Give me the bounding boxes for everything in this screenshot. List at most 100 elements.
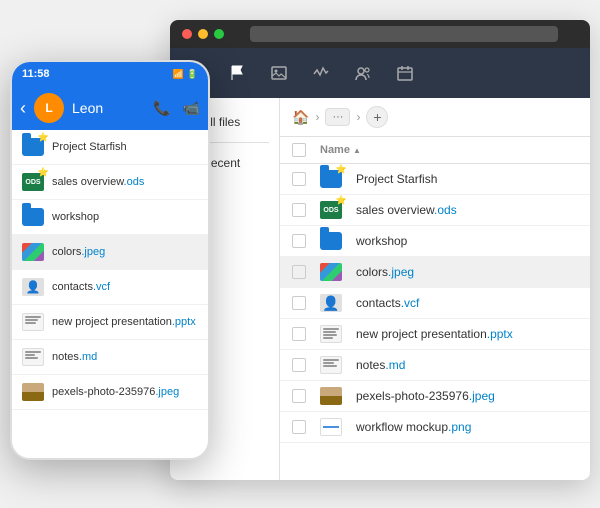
row-checkbox[interactable] xyxy=(292,296,306,310)
wifi-icon: 📶 xyxy=(173,69,184,80)
mobile-file-name: colors.jpeg xyxy=(52,246,105,258)
flag-toolbar-icon[interactable] xyxy=(228,64,246,82)
file-info: workshop xyxy=(350,232,578,250)
mobile-contact-icon: 👤 xyxy=(22,278,44,296)
address-bar[interactable] xyxy=(250,26,558,42)
mobile-file-name: new project presentation.pptx xyxy=(52,316,196,328)
mobile-file-item[interactable]: pexels-photo-235976.jpeg xyxy=(12,375,208,410)
row-checkbox[interactable] xyxy=(292,172,306,186)
mobile-chat-header: ‹ L Leon 📞 📹 xyxy=(12,86,208,130)
mobile-photo-icon xyxy=(22,383,44,401)
star-badge: ⭐ xyxy=(336,195,347,206)
mobile-folder-icon: ⭐ xyxy=(22,138,44,156)
file-row[interactable]: workshop xyxy=(280,226,590,257)
mobile-file-item[interactable]: 👤 contacts.vcf xyxy=(12,270,208,305)
checkbox-header[interactable] xyxy=(292,143,320,157)
mobile-file-item[interactable]: ⭐ Project Starfish xyxy=(12,130,208,165)
activity-toolbar-icon[interactable] xyxy=(312,64,330,82)
mobile-file-name: sales overview.ods xyxy=(52,176,144,188)
back-button[interactable]: ‹ xyxy=(20,98,26,119)
mobile-phone: 11:58 📶 🔋 ‹ L Leon 📞 📹 ⭐ Project Starfis… xyxy=(10,60,210,460)
mobile-file-name: notes.md xyxy=(52,351,97,363)
folder-icon: ⭐ xyxy=(320,170,350,188)
row-checkbox[interactable] xyxy=(292,327,306,341)
file-row[interactable]: 👤 contacts.vcf xyxy=(280,288,590,319)
maximize-dot[interactable] xyxy=(214,29,224,39)
mobile-folder-icon xyxy=(22,208,44,226)
file-row[interactable]: ODS ⭐ sales overview.ods xyxy=(280,195,590,226)
mobile-file-list: ⭐ Project Starfish ODS ⭐ sales overview.… xyxy=(12,130,208,458)
contact-name: Leon xyxy=(72,100,145,116)
file-name: sales overview.ods xyxy=(356,203,457,217)
star-badge: ⭐ xyxy=(336,164,347,175)
video-call-icon[interactable]: 📹 xyxy=(183,100,200,117)
row-checkbox[interactable] xyxy=(292,420,306,434)
mobile-file-name: contacts.vcf xyxy=(52,281,110,293)
file-name: pexels-photo-235976.jpeg xyxy=(356,389,495,403)
photo-file-icon xyxy=(320,387,350,405)
file-list-header: Name ▲ xyxy=(280,137,590,164)
mobile-pptx-icon xyxy=(22,313,44,331)
path-chevron2: › xyxy=(356,110,360,124)
image-file-icon xyxy=(320,263,350,281)
row-checkbox[interactable] xyxy=(292,389,306,403)
row-checkbox[interactable] xyxy=(292,203,306,217)
contact-file-icon: 👤 xyxy=(320,294,350,312)
file-row[interactable]: new project presentation.pptx xyxy=(280,319,590,350)
mobile-status-icons: 📶 🔋 xyxy=(173,69,198,80)
phone-call-icon[interactable]: 📞 xyxy=(153,100,170,117)
photos-toolbar-icon[interactable] xyxy=(270,64,288,82)
folder-icon xyxy=(320,232,350,250)
row-checkbox[interactable] xyxy=(292,234,306,248)
ods-file-icon: ODS ⭐ xyxy=(320,201,350,219)
star-badge: ⭐ xyxy=(38,167,49,178)
mobile-file-item[interactable]: workshop xyxy=(12,200,208,235)
calendar-toolbar-icon[interactable] xyxy=(396,64,414,82)
battery-icon: 🔋 xyxy=(187,69,198,80)
file-info: contacts.vcf xyxy=(350,294,578,312)
file-info: colors.jpeg xyxy=(350,263,578,281)
file-row[interactable]: workflow mockup.png xyxy=(280,412,590,443)
mobile-time: 11:58 xyxy=(22,68,50,80)
file-row[interactable]: pexels-photo-235976.jpeg xyxy=(280,381,590,412)
file-name: workshop xyxy=(356,234,407,248)
pptx-file-icon xyxy=(320,325,350,343)
path-more-button[interactable]: ··· xyxy=(325,108,350,126)
file-info: Project Starfish xyxy=(350,170,578,188)
contact-avatar: L xyxy=(34,93,64,123)
select-all-checkbox[interactable] xyxy=(292,143,306,157)
mobile-file-item[interactable]: colors.jpeg xyxy=(12,235,208,270)
file-info: pexels-photo-235976.jpeg xyxy=(350,387,578,405)
path-add-button[interactable]: + xyxy=(366,106,388,128)
file-info: sales overview.ods xyxy=(350,201,578,219)
mobile-md-icon xyxy=(22,348,44,366)
mobile-file-item[interactable]: notes.md xyxy=(12,340,208,375)
name-column-header[interactable]: Name ▲ xyxy=(320,143,578,157)
mobile-file-item[interactable]: ODS ⭐ sales overview.ods xyxy=(12,165,208,200)
file-row[interactable]: ⭐ Project Starfish xyxy=(280,164,590,195)
file-name: notes.md xyxy=(356,358,405,372)
contacts-toolbar-icon[interactable] xyxy=(354,64,372,82)
row-checkbox[interactable] xyxy=(292,358,306,372)
close-dot[interactable] xyxy=(182,29,192,39)
app-body: 🏠 All files 🕐 Recent 🏠 › ··· › + xyxy=(170,98,590,480)
file-name: colors.jpeg xyxy=(356,265,414,279)
mobile-file-name: Project Starfish xyxy=(52,141,127,153)
file-name: workflow mockup.png xyxy=(356,420,471,434)
row-checkbox[interactable] xyxy=(292,265,306,279)
path-chevron: › xyxy=(315,110,319,124)
home-path-icon[interactable]: 🏠 xyxy=(292,109,309,126)
chat-actions: 📞 📹 xyxy=(153,100,200,117)
toolbar xyxy=(170,48,590,98)
png-file-icon xyxy=(320,418,350,436)
mobile-file-name: pexels-photo-235976.jpeg xyxy=(52,386,179,398)
minimize-dot[interactable] xyxy=(198,29,208,39)
main-content: 🏠 › ··· › + Name ▲ xyxy=(280,98,590,480)
mobile-file-name: workshop xyxy=(52,211,99,223)
mobile-file-item[interactable]: new project presentation.pptx xyxy=(12,305,208,340)
md-file-icon xyxy=(320,356,350,374)
file-row[interactable]: colors.jpeg xyxy=(280,257,590,288)
desktop-window: 🏠 All files 🕐 Recent 🏠 › ··· › + xyxy=(170,20,590,480)
mobile-ods-icon: ODS ⭐ xyxy=(22,173,44,191)
file-row[interactable]: notes.md xyxy=(280,350,590,381)
